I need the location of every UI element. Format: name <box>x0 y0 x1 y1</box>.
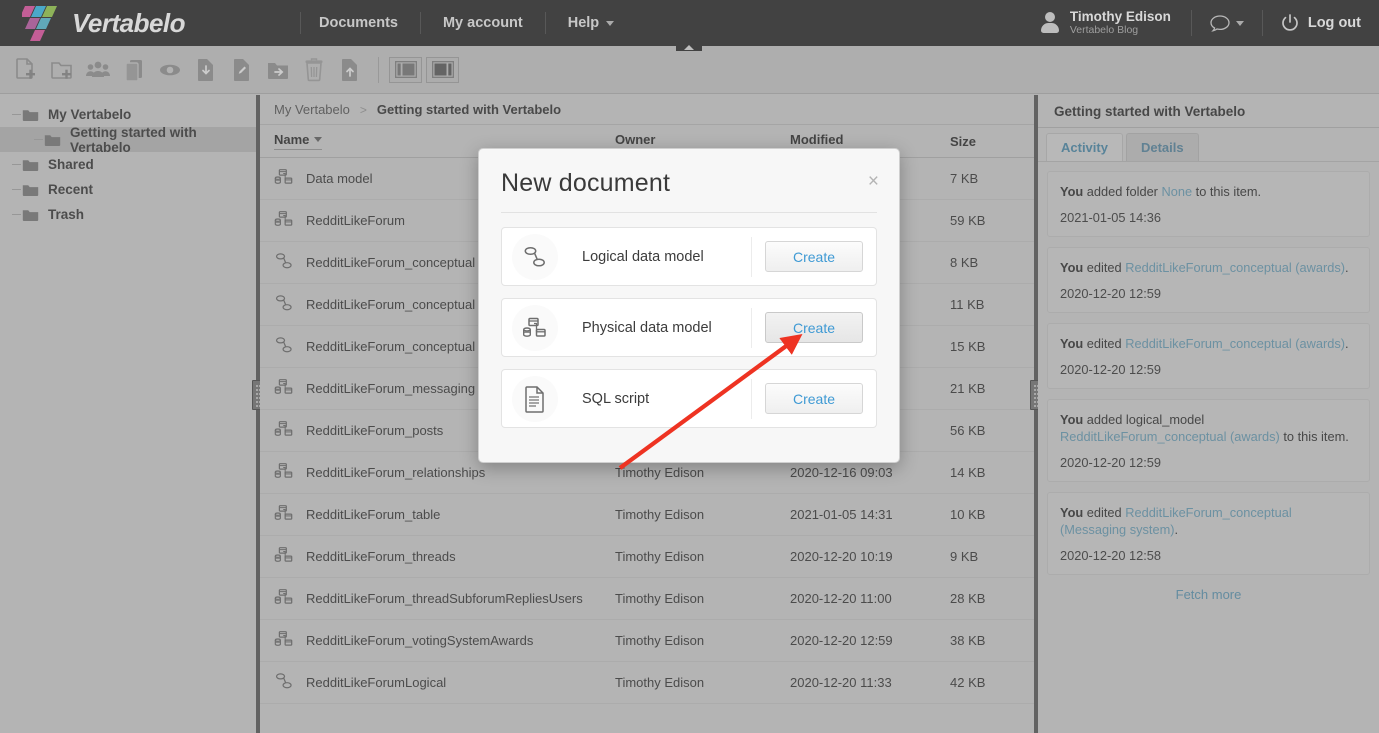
create-button-label: Create <box>792 248 836 265</box>
option-label: SQL script <box>582 390 650 407</box>
sql-script-icon <box>512 375 558 422</box>
create-button-label: Create <box>792 319 836 336</box>
option-sql-script[interactable]: SQL script Create <box>501 369 877 428</box>
close-icon[interactable]: × <box>868 172 879 191</box>
option-label: Physical data model <box>582 319 712 336</box>
option-physical-data-model[interactable]: Physical data model Create <box>501 298 877 357</box>
modal-header: New document × <box>479 149 899 198</box>
create-physical-data-model-button[interactable]: Create <box>765 312 863 343</box>
app-root: Vertabelo Documents My account Help Timo… <box>0 0 1379 733</box>
new-document-modal: New document × Logical data model Create <box>478 148 900 463</box>
modal-title: New document <box>501 169 671 197</box>
create-button-label: Create <box>792 390 836 407</box>
physical-data-model-icon <box>512 304 558 351</box>
option-divider <box>751 378 752 419</box>
option-logical-data-model[interactable]: Logical data model Create <box>501 227 877 286</box>
option-divider <box>751 236 752 277</box>
create-logical-data-model-button[interactable]: Create <box>765 241 863 272</box>
logical-data-model-icon <box>512 233 558 280</box>
modal-body: Logical data model Create Physical data … <box>479 213 899 428</box>
option-label: Logical data model <box>582 248 704 265</box>
option-divider <box>751 307 752 348</box>
create-sql-script-button[interactable]: Create <box>765 383 863 414</box>
